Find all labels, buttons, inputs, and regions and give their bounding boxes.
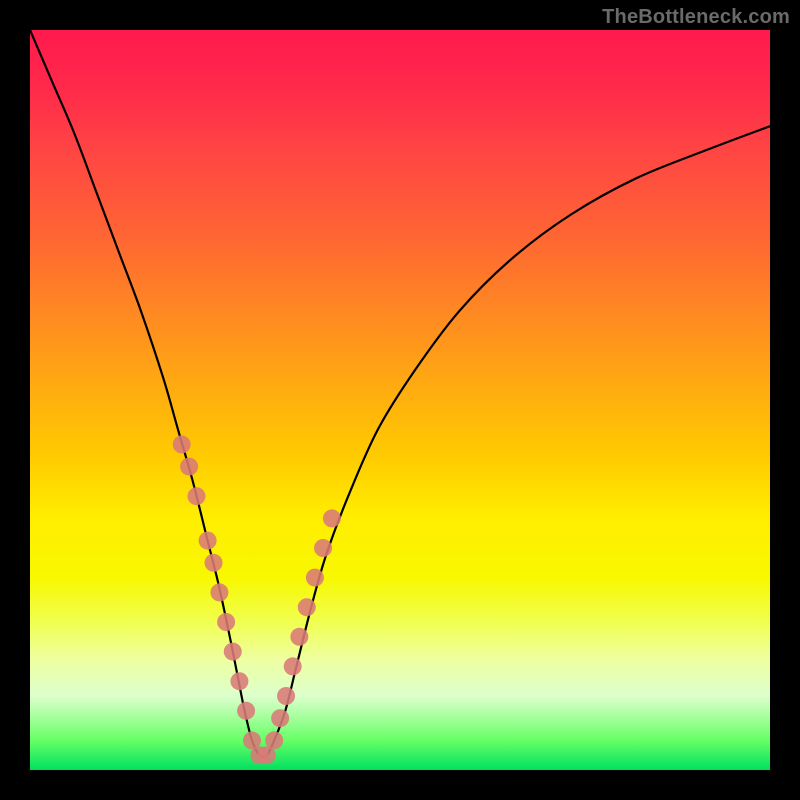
marker-point xyxy=(323,509,341,527)
marker-group xyxy=(173,435,341,764)
marker-point xyxy=(180,458,198,476)
watermark-text: TheBottleneck.com xyxy=(602,6,790,29)
marker-point xyxy=(210,583,228,601)
marker-point xyxy=(284,657,302,675)
marker-point xyxy=(265,731,283,749)
marker-point xyxy=(306,569,324,587)
marker-point xyxy=(314,539,332,557)
chart-frame: TheBottleneck.com xyxy=(0,0,800,800)
marker-point xyxy=(224,643,242,661)
marker-point xyxy=(199,532,217,550)
marker-point xyxy=(298,598,316,616)
marker-point xyxy=(188,487,206,505)
plot-area xyxy=(30,30,770,770)
marker-point xyxy=(217,613,235,631)
marker-point xyxy=(277,687,295,705)
marker-point xyxy=(205,554,223,572)
marker-point xyxy=(173,435,191,453)
curve-layer xyxy=(30,30,770,770)
marker-point xyxy=(230,672,248,690)
marker-point xyxy=(290,628,308,646)
bottleneck-curve xyxy=(30,30,770,757)
marker-point xyxy=(271,709,289,727)
marker-point xyxy=(237,702,255,720)
